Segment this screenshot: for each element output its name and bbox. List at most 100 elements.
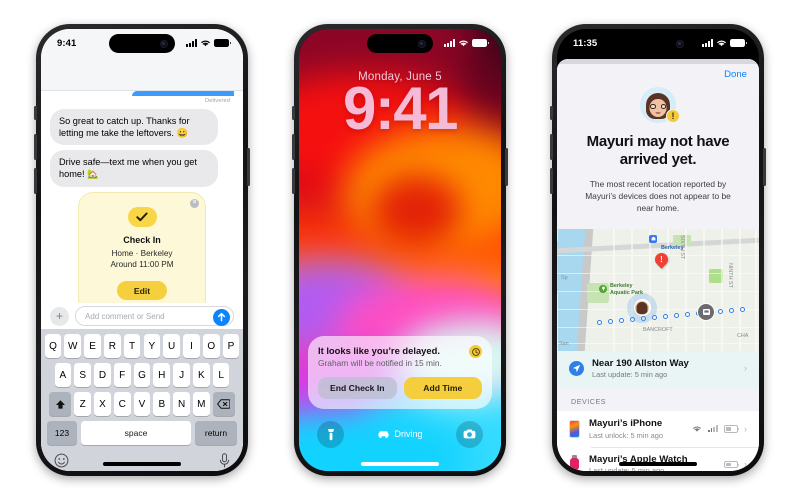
focus-label: Driving (394, 429, 423, 439)
key-w[interactable]: W (64, 334, 82, 358)
check-in-card[interactable]: × Check In Home · Berkeley Around 11:00 … (78, 191, 206, 315)
near-location-row[interactable]: Near 190 Allston Way Last update: 5 min … (557, 350, 759, 388)
volume-down-button[interactable] (550, 168, 553, 194)
map-pin-icon[interactable]: ! (652, 249, 671, 269)
message-input-row: + Add comment or Send (41, 303, 243, 329)
chevron-right-icon[interactable]: › (744, 459, 747, 469)
key-b[interactable]: B (153, 392, 171, 416)
vehicle-location-icon[interactable] (697, 302, 715, 321)
dynamic-island (367, 34, 433, 53)
checkmark-icon (127, 206, 157, 227)
power-button[interactable] (247, 148, 250, 186)
volume-down-button[interactable] (292, 168, 295, 194)
key-o[interactable]: O (202, 334, 220, 358)
home-indicator[interactable] (619, 462, 697, 466)
key-v[interactable]: V (133, 392, 151, 416)
emoji-smiley-icon[interactable] (54, 453, 69, 468)
shift-up-icon[interactable] (49, 392, 72, 416)
on-screen-keyboard[interactable]: Q W E R T Y U I O P A S D F G H J K L Z … (41, 329, 243, 471)
map-label: SIXTH ST (679, 234, 685, 259)
chevron-right-icon[interactable]: › (744, 424, 747, 434)
notification-subtitle: Graham will be notified in 15 min. (318, 358, 442, 368)
battery-icon (214, 39, 232, 47)
key-l[interactable]: L (212, 363, 230, 387)
volume-down-button[interactable] (34, 168, 37, 194)
camera-icon[interactable] (455, 420, 483, 448)
key-a[interactable]: A (54, 363, 72, 387)
power-button[interactable] (763, 148, 766, 186)
key-y[interactable]: Y (143, 334, 161, 358)
plus-icon[interactable]: + (50, 306, 69, 326)
focus-status[interactable]: Driving (377, 429, 423, 439)
silent-switch[interactable] (550, 106, 553, 120)
battery-icon (724, 460, 740, 469)
microphone-icon[interactable] (219, 453, 230, 468)
messages-screen: 9:41 Delivered So great to catch up. Tha… (41, 29, 243, 471)
map-view[interactable]: ! Berkeley Berkeley Aquatic Park BANCROF… (557, 228, 759, 351)
key-h[interactable]: H (153, 363, 171, 387)
silent-switch[interactable] (292, 106, 295, 120)
chevron-right-icon[interactable]: › (744, 363, 747, 373)
flashlight-icon[interactable] (317, 420, 344, 448)
key-r[interactable]: R (104, 334, 121, 358)
close-x-icon[interactable]: × (190, 198, 199, 208)
done-button[interactable]: Done (724, 69, 747, 80)
volume-up-button[interactable] (292, 134, 295, 160)
status-time: 11:35 (573, 37, 598, 49)
key-f[interactable]: F (113, 363, 131, 387)
message-input[interactable]: Add comment or Send (75, 306, 234, 326)
findmy-screen: 11:35 Done ! Mayuri may not have arrived… (557, 29, 759, 471)
list-item[interactable]: Mayuri’s Apple Watch Last update: 5 min … (557, 446, 759, 471)
key-g[interactable]: G (133, 363, 151, 387)
battery-icon (730, 39, 748, 47)
key-p[interactable]: P (222, 334, 240, 358)
cellular-bars-icon (707, 425, 718, 433)
numbers-key[interactable]: 123 (47, 421, 77, 445)
keyboard-row-4: 123 space return (44, 421, 240, 445)
wifi-icon (717, 40, 726, 47)
space-key[interactable]: space (81, 421, 191, 445)
key-m[interactable]: M (193, 392, 210, 416)
home-indicator[interactable] (103, 462, 181, 466)
power-button[interactable] (505, 148, 508, 186)
iphone-icon (569, 419, 580, 438)
key-z[interactable]: Z (74, 392, 91, 416)
home-indicator[interactable] (361, 462, 439, 466)
key-t[interactable]: T (123, 334, 141, 358)
volume-up-button[interactable] (34, 134, 37, 160)
map-park-icon (599, 284, 607, 293)
key-s[interactable]: S (74, 363, 91, 387)
key-u[interactable]: U (163, 334, 180, 358)
check-in-clock-icon (469, 345, 482, 358)
phone-lockscreen: Monday, June 5 9:41 It looks like you’re… (292, 24, 508, 476)
key-d[interactable]: D (94, 363, 111, 387)
key-j[interactable]: J (173, 363, 190, 387)
sheet-grabber[interactable] (557, 59, 759, 64)
key-c[interactable]: C (113, 392, 131, 416)
user-memoji-location-icon[interactable] (627, 292, 657, 323)
send-arrow-up-icon[interactable] (213, 308, 230, 326)
battery-icon (472, 39, 490, 47)
silent-switch[interactable] (34, 106, 37, 120)
cellular-bars-icon (186, 39, 197, 47)
key-e[interactable]: E (84, 334, 101, 358)
cellular-bars-icon (702, 39, 713, 47)
devices-section-header: DEVICES (557, 387, 759, 412)
check-in-notification[interactable]: It looks like you’re delayed. Graham wil… (308, 336, 492, 409)
volume-up-button[interactable] (550, 134, 553, 160)
key-i[interactable]: I (183, 334, 200, 358)
key-n[interactable]: N (173, 392, 190, 416)
check-in-edit-button[interactable]: Edit (117, 281, 167, 301)
key-x[interactable]: X (94, 392, 111, 416)
add-time-button[interactable]: Add Time (403, 377, 482, 399)
message-bubble: Drive safe—text me when you get home! 🏡 (50, 150, 218, 187)
end-check-in-button[interactable]: End Check In (318, 377, 397, 399)
list-item[interactable]: Mayuri’s iPhone Last unlock: 5 min ago › (557, 411, 759, 447)
key-k[interactable]: K (193, 363, 210, 387)
alert-header: ! Mayuri may not have arrived yet. The m… (557, 59, 759, 229)
return-key[interactable]: return (195, 421, 237, 445)
lock-bottom-controls: Driving (299, 419, 501, 449)
backspace-icon[interactable] (212, 392, 235, 416)
map-poi-icon (649, 234, 657, 243)
key-q[interactable]: Q (44, 334, 62, 358)
